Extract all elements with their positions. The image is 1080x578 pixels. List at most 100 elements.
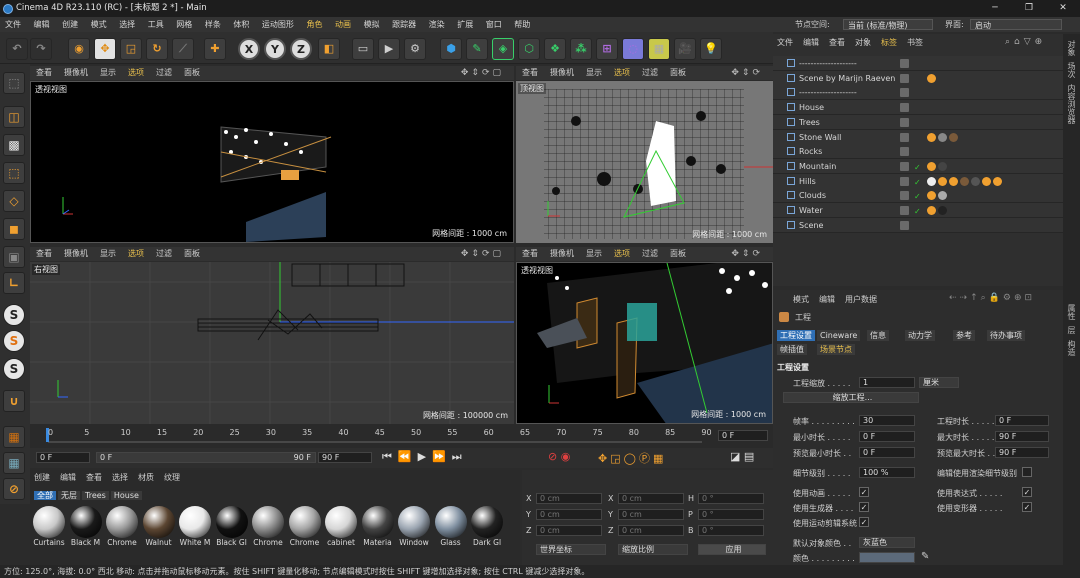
vp2-menu-options[interactable]: 选项	[608, 66, 636, 80]
end-frame-field[interactable]: 90 F	[318, 452, 372, 463]
object-tag-icon[interactable]	[960, 176, 969, 186]
object-row[interactable]: Rocks	[773, 144, 1063, 160]
snap-settings-icon[interactable]: S	[3, 330, 25, 352]
viewport-top[interactable]: 顶视图 网格间距 : 1000 cm	[516, 81, 773, 243]
mat-menu-create[interactable]: 创建	[34, 473, 50, 482]
play-icon[interactable]: ▶	[418, 450, 432, 463]
tab-scene-nodes[interactable]: 场景节点	[817, 344, 855, 355]
tab-reference[interactable]: 参考	[953, 330, 975, 341]
coord-value-field[interactable]: 0 °	[698, 493, 764, 504]
visibility-toggle[interactable]	[900, 176, 909, 186]
object-row[interactable]: House	[773, 100, 1063, 116]
attr-menu-edit[interactable]: 编辑	[819, 295, 835, 304]
object-tag-icon[interactable]	[993, 176, 1002, 186]
material-item[interactable]: Chrome	[288, 506, 322, 548]
coord-value-field[interactable]: 0 °	[698, 509, 764, 520]
auto-key-icon[interactable]: ◉	[561, 450, 571, 463]
menu-mesh[interactable]: 网格	[171, 17, 197, 32]
menu-file[interactable]: 文件	[0, 17, 26, 32]
visibility-toggle[interactable]	[900, 206, 909, 215]
vp3-menu-panel[interactable]: 面板	[178, 247, 206, 261]
material-item[interactable]: Curtains	[32, 506, 66, 548]
eyedropper-icon[interactable]: ✎	[921, 551, 929, 562]
menu-tracker[interactable]: 跟踪器	[387, 17, 421, 32]
menu-extensions[interactable]: 扩展	[452, 17, 478, 32]
make-editable-icon[interactable]: ⬚	[3, 72, 25, 94]
use-deformers-checkbox[interactable]: ✓	[1022, 502, 1032, 512]
visibility-toggle[interactable]	[900, 161, 909, 171]
tab-todo[interactable]: 待办事项	[987, 330, 1025, 341]
vp1-menu-filter[interactable]: 过滤	[150, 66, 178, 80]
render-lod-checkbox[interactable]	[1022, 467, 1032, 477]
render-settings-icon[interactable]: ⚙	[404, 38, 426, 60]
use-expressions-checkbox[interactable]: ✓	[1022, 487, 1032, 497]
object-row[interactable]: Scene	[773, 217, 1063, 233]
cube-icon[interactable]: ⬢	[440, 38, 462, 60]
color-swatch[interactable]	[859, 552, 915, 563]
material-item[interactable]: Chrome	[105, 506, 139, 548]
menu-window[interactable]: 窗口	[481, 17, 507, 32]
visibility-toggle[interactable]	[900, 73, 909, 83]
array-icon[interactable]: ❖	[544, 38, 566, 60]
redo-icon[interactable]: ↷	[30, 38, 52, 60]
attr-nav-icons[interactable]: ⇠⇢↑⌕🔒⚙⊕⊡	[949, 293, 1035, 303]
maximize-button[interactable]: ❐	[1012, 0, 1046, 17]
quantize-icon[interactable]: S	[3, 358, 25, 380]
menu-spline[interactable]: 样条	[200, 17, 226, 32]
vp3-nav-icons[interactable]: ✥⇕⟳▢	[455, 247, 510, 261]
menu-mode[interactable]: 模式	[86, 17, 112, 32]
menu-mograph[interactable]: 运动图形	[257, 17, 299, 32]
vp1-menu-display[interactable]: 显示	[94, 66, 122, 80]
menu-help[interactable]: 帮助	[509, 17, 535, 32]
prev-key-icon[interactable]: ⏪	[398, 450, 418, 463]
coord-value-field[interactable]: 0 °	[698, 525, 764, 536]
object-row[interactable]: Trees	[773, 114, 1063, 130]
menu-volume[interactable]: 体积	[228, 17, 254, 32]
object-tag-icon[interactable]	[927, 161, 936, 171]
visibility-toggle[interactable]	[900, 220, 909, 230]
material-item[interactable]: cabinet	[324, 506, 358, 548]
mat-menu-view[interactable]: 查看	[86, 473, 102, 482]
use-motion-system-checkbox[interactable]: ✓	[859, 517, 869, 527]
fps-field[interactable]: 30	[859, 415, 915, 426]
obj-menu-bookmarks[interactable]: 书签	[907, 38, 923, 47]
object-tag-icon[interactable]	[938, 206, 947, 215]
preview-max-field[interactable]: 90 F	[995, 447, 1049, 458]
vp2-menu-view[interactable]: 查看	[516, 66, 544, 80]
mat-menu-edit[interactable]: 编辑	[60, 473, 76, 482]
pen-icon[interactable]: ✎	[466, 38, 488, 60]
rotate-icon[interactable]: ↻	[146, 38, 168, 60]
material-item[interactable]: White M	[178, 506, 212, 548]
magnet-icon[interactable]: ∪	[3, 390, 25, 412]
side-tab-structure[interactable]: 构造	[1066, 340, 1077, 356]
visibility-toggle[interactable]	[900, 88, 909, 98]
material-item[interactable]: Dark Gl	[470, 506, 504, 548]
vp3-menu-camera[interactable]: 摄像机	[58, 247, 94, 261]
floor-icon[interactable]: ▦	[648, 38, 670, 60]
object-tag-icon[interactable]	[938, 191, 947, 201]
coordinate-system-icon[interactable]: ◧	[318, 38, 340, 60]
vp4-menu-options[interactable]: 选项	[608, 247, 636, 261]
coord-apply-button[interactable]: 应用	[698, 544, 766, 555]
default-color-dropdown[interactable]: 灰蓝色	[859, 537, 915, 548]
mograph-icon[interactable]: ⁂	[570, 38, 592, 60]
subdivision-icon[interactable]: ◈	[492, 38, 514, 60]
select-icon[interactable]: ◉	[68, 38, 90, 60]
key-rotate-icon[interactable]: ◯	[624, 452, 639, 465]
material-item[interactable]: Black M	[69, 506, 103, 548]
object-tag-icon[interactable]	[927, 73, 936, 83]
object-tag-icon[interactable]	[927, 132, 936, 142]
timeline-frame-field[interactable]: 0 F	[718, 430, 768, 441]
menu-select[interactable]: 选择	[114, 17, 140, 32]
side-tab-objects[interactable]: 对象	[1066, 40, 1077, 56]
visibility-toggle[interactable]	[900, 191, 909, 201]
render-view-icon[interactable]: ▭	[352, 38, 374, 60]
tab-frame-interpolation[interactable]: 帧插值	[777, 344, 807, 355]
edges-mode-icon[interactable]: ◇	[3, 190, 25, 212]
coord-world-dropdown[interactable]: 世界坐标	[536, 544, 606, 555]
mat-menu-material[interactable]: 材质	[138, 473, 154, 482]
x-axis-icon[interactable]: X	[238, 38, 260, 60]
workplane-icon[interactable]: ∟	[3, 272, 25, 294]
menu-create[interactable]: 创建	[57, 17, 83, 32]
bend-icon[interactable]: ◌	[622, 38, 644, 60]
